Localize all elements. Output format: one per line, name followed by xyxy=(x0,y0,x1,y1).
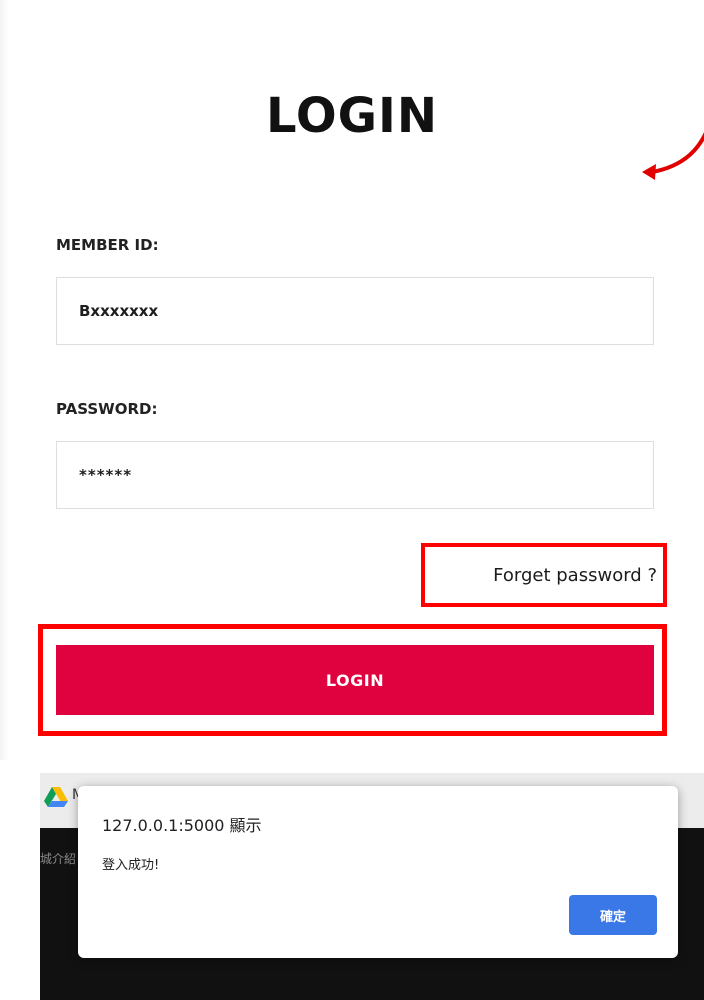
page-title: LOGIN xyxy=(265,88,439,144)
page: LOGIN MEMBER ID: Bxxxxxxx PASSWORD: ****… xyxy=(0,0,704,1000)
alert-title: 127.0.0.1:5000 顯示 xyxy=(102,816,262,835)
alert-dialog: 127.0.0.1:5000 顯示 登入成功! 確定 xyxy=(78,786,678,958)
password-input[interactable]: ****** xyxy=(56,441,654,509)
google-drive-icon[interactable] xyxy=(44,786,68,808)
login-button[interactable]: LOGIN xyxy=(56,645,654,715)
annotation-arrow-icon xyxy=(642,132,704,180)
member-id-label: MEMBER ID: xyxy=(56,236,159,254)
alert-message: 登入成功! xyxy=(102,858,160,873)
password-label: PASSWORD: xyxy=(56,400,158,418)
forget-password-link[interactable]: Forget password ? xyxy=(493,565,657,586)
forget-password-highlight: Forget password ? xyxy=(421,543,667,607)
alert-ok-button[interactable]: 確定 xyxy=(569,895,657,935)
member-id-input[interactable]: Bxxxxxxx xyxy=(56,277,654,345)
background-nav-text: 城介紹 xyxy=(40,852,77,866)
